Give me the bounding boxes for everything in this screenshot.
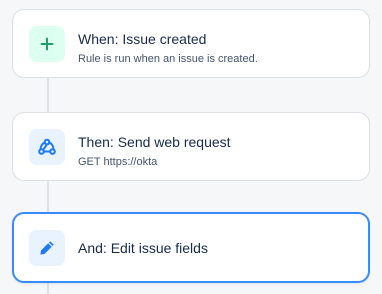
connector-line (47, 283, 49, 294)
rule-card-title: Then: Send web request (78, 134, 231, 150)
pencil-icon (29, 230, 65, 266)
connector-line (47, 78, 49, 112)
rule-card-subtitle: Rule is run when an issue is created. (78, 53, 258, 65)
webhook-icon (29, 129, 65, 165)
rule-card-action[interactable]: Then: Send web request GET https://okta (12, 112, 370, 181)
rule-card-action-selected[interactable]: And: Edit issue fields (12, 212, 370, 283)
rule-card-title: And: Edit issue fields (78, 240, 208, 256)
rule-card-title: When: Issue created (78, 31, 207, 47)
connector-line (47, 181, 49, 213)
plus-icon (29, 26, 65, 62)
rule-card-trigger[interactable]: When: Issue created Rule is run when an … (12, 9, 370, 78)
rule-card-subtitle: GET https://okta (78, 156, 158, 168)
